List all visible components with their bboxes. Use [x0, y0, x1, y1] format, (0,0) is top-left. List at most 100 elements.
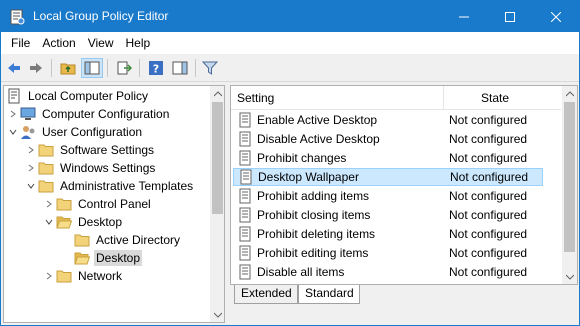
tree-item[interactable]: Control Panel	[44, 195, 153, 213]
setting-row[interactable]: Enable Active Desktop Not configured	[233, 111, 543, 129]
computer-icon	[20, 106, 36, 122]
tree-item-label: User Configuration	[42, 125, 143, 139]
tree-item-label: Local Computer Policy	[28, 89, 149, 103]
forward-button[interactable]	[25, 58, 47, 78]
setting-name: Prohibit adding items	[257, 189, 370, 203]
tree-item-label: Computer Configuration	[42, 107, 170, 121]
policy-editor-app-icon	[10, 9, 25, 25]
setting-name: Prohibit editing items	[257, 246, 369, 260]
policy-setting-icon	[237, 226, 253, 242]
setting-state: Not configured	[449, 208, 528, 222]
setting-state: Not configured	[449, 227, 528, 241]
setting-state: Not configured	[449, 132, 528, 146]
tree-item[interactable]: Windows Settings	[26, 159, 157, 177]
menu-action[interactable]: Action	[36, 33, 81, 53]
chevron-down-icon[interactable]	[26, 177, 36, 195]
show-hide-console-tree-button[interactable]	[81, 58, 103, 78]
tree-item[interactable]: Desktop	[44, 213, 124, 231]
help-icon: ?	[149, 61, 163, 76]
folder-icon	[74, 232, 90, 248]
scroll-thumb[interactable]	[564, 102, 575, 252]
column-divider[interactable]	[443, 86, 444, 110]
column-header-setting[interactable]: Setting	[237, 91, 274, 105]
tree-item-label: Active Directory	[96, 233, 181, 247]
policy-setting-icon	[237, 188, 253, 204]
close-icon	[551, 11, 561, 22]
chevron-up-icon	[213, 90, 222, 96]
setting-row[interactable]: Desktop Wallpaper Not configured	[233, 168, 543, 186]
setting-row[interactable]: Prohibit editing items Not configured	[233, 244, 543, 262]
policy-setting-icon	[238, 169, 254, 185]
setting-state: Not configured	[449, 246, 528, 260]
chevron-right-icon[interactable]	[44, 267, 54, 285]
tree-item[interactable]: User Configuration	[8, 123, 144, 141]
tree-item[interactable]: Computer Configuration	[8, 105, 171, 123]
menu-bar: File Action View Help	[1, 32, 579, 54]
tab-extended[interactable]: Extended	[234, 285, 298, 304]
chevron-right-icon[interactable]	[26, 159, 36, 177]
chevron-right-icon[interactable]	[26, 141, 36, 159]
maximize-icon	[505, 11, 515, 22]
setting-name: Enable Active Desktop	[257, 113, 378, 127]
tree-item[interactable]: Administrative Templates	[26, 177, 195, 195]
folder-open-icon	[56, 214, 72, 230]
setting-row[interactable]: Disable all items Not configured	[233, 263, 543, 281]
maximize-button[interactable]	[487, 1, 533, 32]
chevron-right-icon[interactable]	[44, 195, 54, 213]
setting-state: Not configured	[449, 113, 528, 127]
tree-item[interactable]: Network	[44, 267, 124, 285]
menu-help[interactable]: Help	[120, 33, 157, 53]
folder-icon	[38, 160, 54, 176]
tree-vertical-scrollbar[interactable]	[210, 86, 224, 322]
list-vertical-scrollbar[interactable]	[562, 86, 577, 284]
menu-view[interactable]: View	[82, 33, 120, 53]
close-button[interactable]	[533, 1, 579, 32]
chevron-down-icon[interactable]	[8, 123, 18, 141]
policy-setting-icon	[237, 150, 253, 166]
export-list-button[interactable]	[113, 58, 135, 78]
filter-button[interactable]	[199, 58, 221, 78]
show-hide-action-pane-button[interactable]	[169, 58, 191, 78]
tree-item[interactable]: Software Settings	[26, 141, 156, 159]
up-folder-icon	[60, 63, 76, 75]
folder-icon	[56, 268, 72, 284]
view-tabs: Extended Standard	[230, 285, 578, 305]
tree-item-label: Network	[78, 269, 123, 283]
settings-list[interactable]: Setting State Enable Active Desktop Not c…	[230, 85, 578, 285]
back-button[interactable]	[3, 58, 25, 78]
setting-row[interactable]: Prohibit deleting items Not configured	[233, 225, 543, 243]
scroll-down-button[interactable]	[210, 307, 224, 322]
scroll-down-button[interactable]	[562, 269, 577, 284]
scroll-up-button[interactable]	[562, 86, 577, 101]
chevron-up-icon	[565, 90, 574, 96]
setting-row[interactable]: Prohibit changes Not configured	[233, 149, 543, 167]
setting-name: Prohibit closing items	[257, 208, 371, 222]
policy-setting-icon	[237, 207, 253, 223]
title-bar[interactable]: Local Group Policy Editor	[1, 1, 579, 32]
console-tree[interactable]: Local Computer Policy Computer Configurat…	[3, 85, 225, 323]
column-header-state[interactable]: State	[481, 91, 509, 105]
chevron-down-icon[interactable]	[44, 213, 54, 231]
tree-item-label: Administrative Templates	[60, 179, 194, 193]
minimize-button[interactable]	[441, 1, 487, 32]
tab-standard[interactable]: Standard	[298, 285, 360, 304]
chevron-right-icon[interactable]	[8, 105, 18, 123]
tree-item[interactable]: Active Directory	[62, 231, 182, 249]
policy-setting-icon	[237, 112, 253, 128]
setting-state: Not configured	[449, 265, 528, 279]
scroll-up-button[interactable]	[210, 86, 224, 101]
window: Local Group Policy Editor File Action Vi…	[0, 0, 580, 326]
tree-item[interactable]: Desktop	[62, 249, 143, 267]
up-one-level-button[interactable]	[57, 58, 79, 78]
toolbar-separator	[107, 59, 108, 77]
scroll-thumb[interactable]	[212, 102, 223, 214]
tree-item-label: Desktop	[94, 250, 143, 266]
help-button[interactable]: ?	[145, 58, 167, 78]
setting-row[interactable]: Prohibit adding items Not configured	[233, 187, 543, 205]
setting-row[interactable]: Prohibit closing items Not configured	[233, 206, 543, 224]
menu-file[interactable]: File	[5, 33, 36, 53]
folder-icon	[38, 142, 54, 158]
tree-item[interactable]: Local Computer Policy	[6, 87, 150, 105]
setting-row[interactable]: Disable Active Desktop Not configured	[233, 130, 543, 148]
